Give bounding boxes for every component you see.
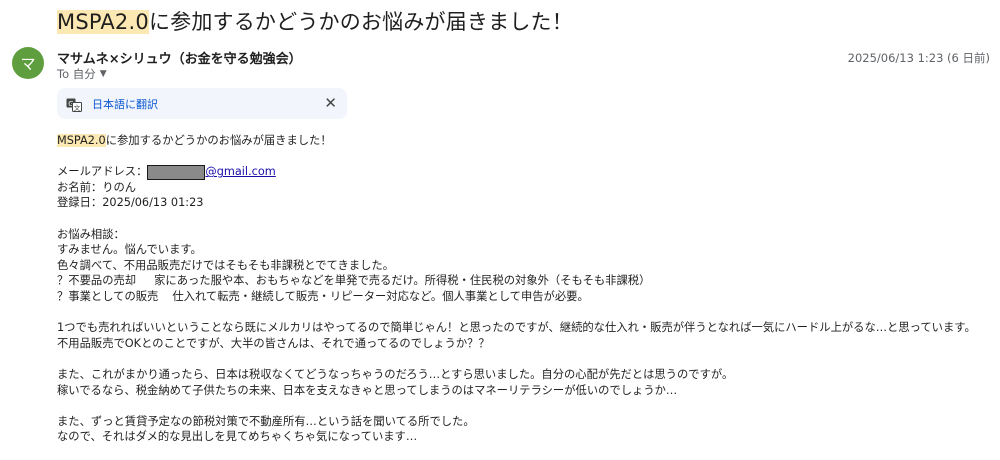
body-line: また、ずっと賃貸予定なの節税対策で不動産所有…という話を聞いてる所でした。	[57, 414, 475, 428]
email-label: メールアドレス：	[57, 165, 148, 179]
close-icon[interactable]: ✕	[324, 95, 337, 111]
translate-icon: G 文	[66, 97, 82, 112]
body-intro: MSPA2.0に参加するかどうかのお悩みが届きました！	[57, 133, 992, 149]
chevron-down-icon[interactable]: ▼	[100, 69, 107, 79]
registered-line: 登録日：2025/06/13 01:23	[57, 196, 204, 210]
sender-name[interactable]: マサムネ×シリュウ（お金を守る勉強会）	[57, 48, 302, 67]
email-body: MSPA2.0に参加するかどうかのお悩みが届きました！ メールアドレス： @gma…	[57, 133, 992, 445]
intro-highlight: MSPA2.0	[57, 134, 106, 147]
email-line: メールアドレス： @gmail.com	[57, 164, 992, 180]
translate-link[interactable]: 日本語に翻訳	[92, 96, 158, 112]
body-line: すみません。悩んでいます。	[57, 243, 202, 257]
item-title: ？不要品の売却	[57, 274, 137, 288]
avatar[interactable]: マ	[12, 47, 44, 79]
item-title: ？事業としての販売	[57, 289, 159, 303]
svg-text:文: 文	[74, 103, 81, 112]
list-item: ？不要品の売却 家にあった服や本、おもちゃなどを単発で売るだけ。所得税・住民税の対…	[57, 273, 992, 289]
to-label: To 自分	[57, 67, 96, 81]
body-line: 色々調べて、不用品販売だけではそもそも非課税とでてきました。	[57, 258, 394, 272]
body-line: 不用品販売でOKとのことですが、大半の皆さんは、それで通ってるのでしょうか？？	[57, 336, 490, 350]
recipients-toggle[interactable]: To 自分 ▼	[57, 66, 107, 82]
intro-text: に参加するかどうかのお悩みが届きました！	[105, 134, 332, 147]
translate-bar: G 文 日本語に翻訳 ✕	[57, 88, 347, 119]
consult-label: お悩み相談：	[57, 227, 125, 241]
email-subject: MSPA2.0に参加するかどうかのお悩みが届きました！	[57, 6, 573, 36]
email-link[interactable]: @gmail.com	[205, 165, 275, 178]
item-desc: 仕入れて転売・継続して販売・リピーター対応など。個人事業として申告が必要。	[172, 289, 589, 303]
body-line: また、これがまかり通ったら、日本は税収なくてどうなっちゃうのだろう…とすら思いま…	[57, 367, 734, 381]
body-line: 1つでも売れればいいということなら既にメルカリはやってるので簡単じゃん！と思った…	[57, 321, 976, 335]
body-line: 稼いでるなら、税金納めて子供たちの未来、日本を支えなきゃと思ってしまうのはマネー…	[57, 383, 678, 397]
avatar-letter: マ	[20, 54, 36, 73]
email-date: 2025/06/13 1:23 (6 日前)	[847, 51, 990, 65]
body-line: なので、それはダメ的な見出しを見てめちゃくちゃ気になっています…	[57, 430, 418, 444]
item-desc: 家にあった服や本、おもちゃなどを単発で売るだけ。所得税・住民税の対象外（そもそも…	[154, 274, 651, 288]
redacted-block	[147, 164, 206, 180]
name-line: お名前：りのん	[57, 180, 137, 194]
subject-text: に参加するかどうかのお悩みが届きました！	[148, 10, 573, 34]
list-item: ？事業としての販売 仕入れて転売・継続して販売・リピーター対応など。個人事業として…	[57, 289, 992, 305]
subject-highlight: MSPA2.0	[57, 10, 149, 34]
